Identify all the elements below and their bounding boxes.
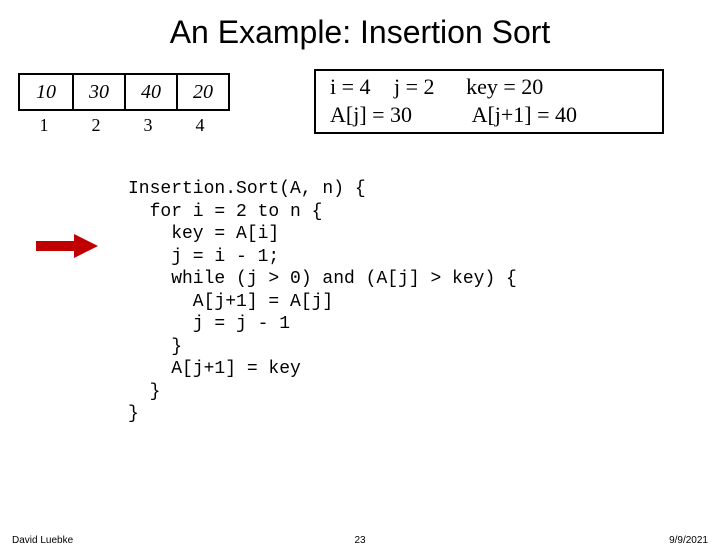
code-line: A[j+1] = key [128,359,301,379]
footer-slide-number: 23 [354,535,365,546]
code-line: } [128,382,160,402]
state-i: i = 4 [330,73,371,101]
code-line: Insertion.Sort(A, n) { [128,179,366,199]
code-block: Insertion.Sort(A, n) { for i = 2 to n { … [128,178,517,426]
array-boxes: 10 30 40 20 [18,73,230,111]
pointer-arrow-icon [36,234,98,263]
index-cell: 4 [174,115,226,136]
index-row: 1 2 3 4 [18,115,230,136]
array-area: 10 30 40 20 1 2 3 4 [18,73,230,136]
state-box: i = 4 j = 2 key = 20 A[j] = 30 A[j+1] = … [314,69,664,134]
state-j: j = 2 [394,73,435,101]
array-cell: 30 [72,75,124,109]
array-cell: 10 [20,75,72,109]
state-key: key = 20 [466,73,543,101]
state-aj1: A[j+1] = 40 [472,102,577,127]
index-cell: 1 [18,115,70,136]
code-line: while (j > 0) and (A[j] > key) { [128,269,517,289]
code-line: j = i - 1; [128,247,279,267]
index-cell: 2 [70,115,122,136]
code-line: j = j - 1 [128,314,290,334]
array-cell: 20 [176,75,228,109]
state-line-2: A[j] = 30 A[j+1] = 40 [330,101,648,129]
state-line-1: i = 4 j = 2 key = 20 [330,73,648,101]
upper-area: 10 30 40 20 1 2 3 4 i = 4 j = 2 key = 20… [0,69,720,159]
index-cell: 3 [122,115,174,136]
code-line: key = A[i] [128,224,279,244]
code-line: } [128,404,139,424]
state-aj: A[j] = 30 [330,102,412,127]
footer-author: David Luebke [12,535,73,546]
code-line: } [128,337,182,357]
code-line: A[j+1] = A[j] [128,292,333,312]
array-cell: 40 [124,75,176,109]
code-line: for i = 2 to n { [128,202,322,222]
footer-date: 9/9/2021 [669,535,708,546]
slide-title: An Example: Insertion Sort [0,14,720,51]
